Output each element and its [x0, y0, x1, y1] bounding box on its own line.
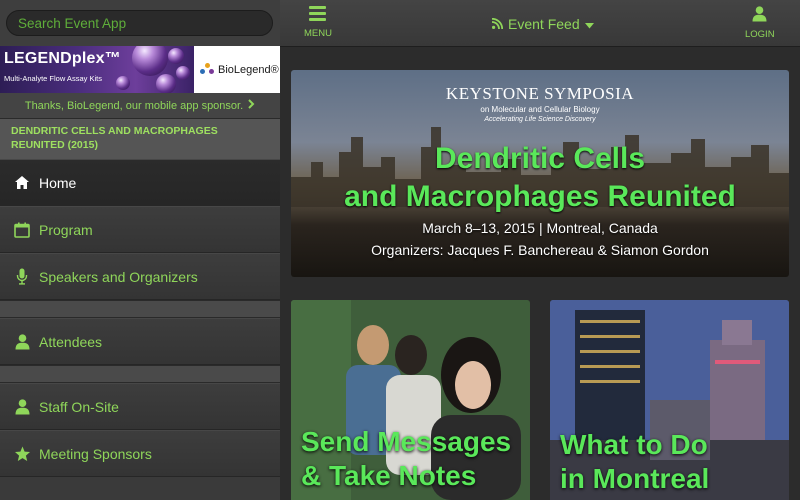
nav-item-attendees[interactable]: Attendees — [0, 318, 280, 365]
event-feed-dropdown[interactable]: Event Feed — [491, 16, 594, 32]
montreal-card[interactable]: What to Do in Montreal — [550, 300, 789, 500]
bead-image — [132, 46, 168, 76]
card-title-line2: in Montreal — [560, 463, 710, 494]
nav-item-home[interactable]: Home — [0, 159, 280, 206]
hero-title-line1: Dendritic Cells — [434, 142, 646, 175]
microphone-icon — [13, 268, 31, 286]
login-button[interactable]: LOGIN — [745, 6, 775, 40]
person-icon — [13, 333, 31, 351]
org-subtitle: on Molecular and Cellular Biology — [480, 105, 600, 114]
nav-divider — [0, 365, 280, 383]
nav-label: Home — [39, 174, 77, 191]
legendplex-ad: LEGENDplex™ Multi-Analyte Flow Assay Kit… — [0, 46, 194, 93]
main-nav: Home Program Speakers and Organizers — [0, 159, 280, 300]
search-bar — [0, 0, 280, 46]
nav-item-program[interactable]: Program — [0, 206, 280, 253]
messages-notes-card[interactable]: Send Messages & Take Notes — [291, 300, 530, 500]
biolegend-icon — [200, 62, 214, 77]
login-label: LOGIN — [745, 29, 775, 40]
bead-image — [156, 74, 176, 93]
nav-label: Staff On-Site — [39, 398, 119, 415]
sponsor-brand: LEGENDplex™ — [4, 50, 121, 67]
star-icon — [13, 445, 31, 463]
hamburger-icon — [309, 6, 327, 24]
card-title-line1: Send Messages — [301, 426, 512, 457]
org-name: KEYSTONE SYMPOSIA — [445, 84, 635, 103]
nav-label: Program — [39, 221, 93, 238]
menu-button[interactable]: MENU — [304, 6, 332, 39]
staff-nav: Staff On-Site Meeting Sponsors — [0, 383, 280, 477]
nav-item-staff[interactable]: Staff On-Site — [0, 383, 280, 430]
nav-item-sponsors[interactable]: Meeting Sponsors — [0, 430, 280, 477]
bead-image — [176, 66, 190, 80]
people-nav: Attendees — [0, 318, 280, 365]
nav-label: Attendees — [39, 333, 103, 350]
event-hero-banner[interactable]: KEYSTONE SYMPOSIA on Molecular and Cellu… — [291, 70, 789, 277]
top-bar: MENU Event Feed LOGIN — [280, 0, 800, 47]
rss-icon — [491, 16, 504, 32]
bead-image — [168, 48, 184, 64]
calendar-icon — [13, 221, 31, 239]
person-icon — [752, 6, 767, 25]
sponsor-company: BioLegend® — [218, 63, 279, 76]
card-title-line2: & Take Notes — [301, 460, 477, 491]
home-icon — [13, 174, 31, 192]
bead-image — [116, 76, 130, 90]
person-icon — [13, 398, 31, 416]
search-input[interactable] — [6, 10, 273, 36]
keystone-logo: KEYSTONE SYMPOSIA on Molecular and Cellu… — [291, 84, 789, 123]
main-content: MENU Event Feed LOGIN KEYSTONE SYMPOSIA … — [280, 0, 800, 500]
nav-label: Meeting Sponsors — [39, 445, 152, 462]
sponsor-banner[interactable]: LEGENDplex™ Multi-Analyte Flow Assay Kit… — [0, 46, 280, 93]
card-title-line1: What to Do — [560, 429, 708, 460]
chevron-right-icon — [248, 99, 255, 112]
event-feed-label: Event Feed — [508, 16, 580, 32]
sponsor-thanks-text: Thanks, BioLegend, our mobile app sponso… — [24, 99, 244, 112]
menu-label: MENU — [304, 28, 332, 39]
nav-divider — [0, 300, 280, 318]
sidebar: LEGENDplex™ Multi-Analyte Flow Assay Kit… — [0, 0, 280, 500]
sponsor-thanks-link[interactable]: Thanks, BioLegend, our mobile app sponso… — [0, 93, 280, 119]
biolegend-logo: BioLegend® — [194, 46, 280, 93]
event-title: DENDRITIC CELLS AND MACROPHAGES REUNITED… — [0, 119, 280, 159]
sponsor-tagline: Multi-Analyte Flow Assay Kits — [4, 74, 102, 83]
nav-label: Speakers and Organizers — [39, 268, 198, 285]
hero-dates: March 8–13, 2015 | Montreal, Canada — [422, 220, 658, 236]
nav-item-speakers[interactable]: Speakers and Organizers — [0, 253, 280, 300]
hero-title-line2: and Macrophages Reunited — [344, 180, 736, 213]
hero-organizers: Organizers: Jacques F. Banchereau & Siam… — [371, 242, 709, 258]
org-tagline: Accelerating Life Science Discovery — [484, 116, 596, 123]
caret-down-icon — [584, 16, 594, 32]
